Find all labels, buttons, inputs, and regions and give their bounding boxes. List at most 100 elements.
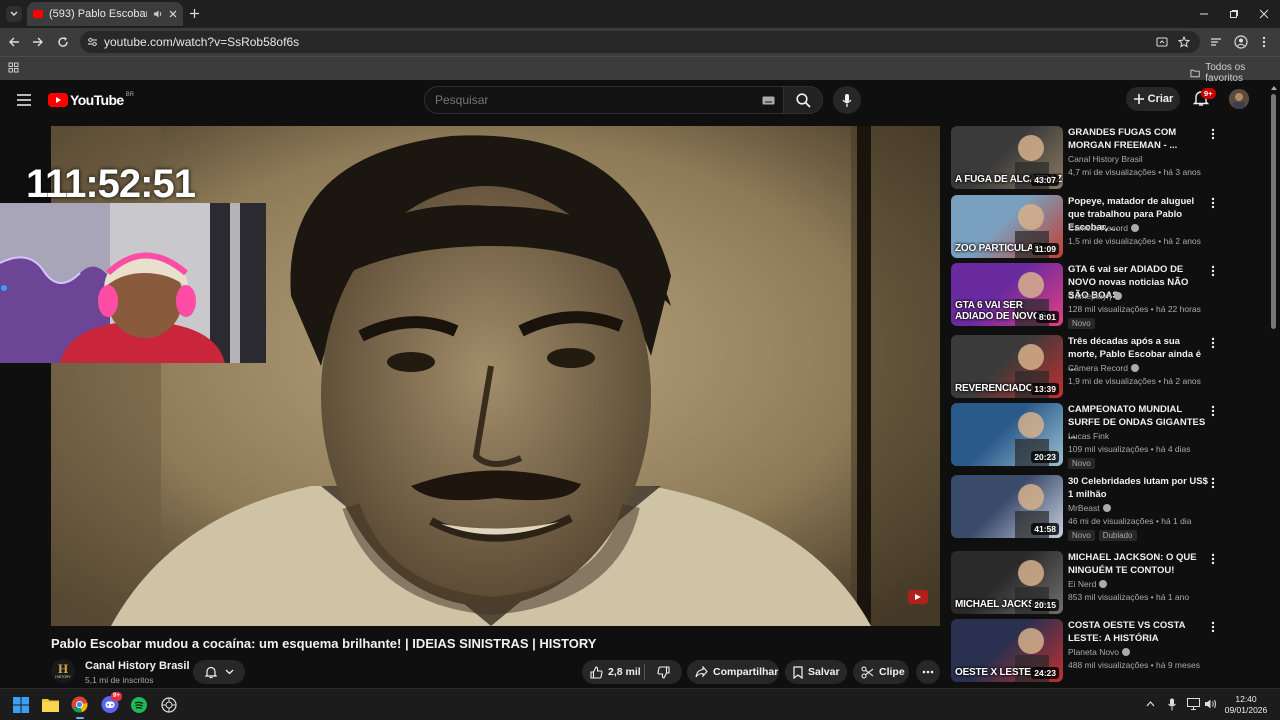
keyboard-icon[interactable] (762, 96, 775, 105)
video-duration: 24:23 (1031, 667, 1059, 679)
subscription-bell-button[interactable] (193, 660, 245, 684)
recommendation-channel[interactable]: MrBeast (1068, 503, 1111, 513)
recommendation-item[interactable]: OESTE X LESTE 24:23 COSTA OESTE VS COSTA L… (951, 619, 1221, 685)
youtube-logo[interactable]: YouTube BR (48, 92, 134, 108)
new-tab-icon[interactable] (189, 8, 200, 19)
recommendation-thumbnail[interactable]: REVERENCIADO 13:39 (951, 335, 1063, 398)
save-button[interactable]: Salvar (785, 660, 847, 684)
microphone-icon[interactable] (1168, 698, 1176, 711)
recommendation-thumbnail[interactable]: A FUGA DE ALCATRAZ 43:07 (951, 126, 1063, 189)
hamburger-menu-icon[interactable] (17, 94, 31, 106)
spotify-icon[interactable] (131, 697, 147, 713)
more-actions-button[interactable] (916, 660, 940, 684)
account-avatar[interactable] (1229, 89, 1249, 109)
recommendation-channel[interactable]: Câmera Record (1068, 363, 1139, 373)
discord-taskbar-button[interactable]: 9+ (101, 692, 122, 713)
recommendation-channel[interactable]: Gameplayrj (1068, 291, 1123, 301)
more-vertical-icon[interactable] (1209, 128, 1217, 140)
recommendation-item[interactable]: MICHAEL JACKSON 20:15 MICHAEL JACKSON: O Q… (951, 551, 1221, 617)
recommendation-item[interactable]: GTA 6 VAI SER ADIADO DE NOVO? 8:01 GTA 6 v… (951, 263, 1221, 329)
scroll-up-icon[interactable] (1270, 85, 1278, 91)
recommendation-item[interactable]: ZOO PARTICULAR 11:09 Popeye, matador de al… (951, 195, 1221, 261)
recommendation-item[interactable]: 41:58 30 Celebridades lutam por US$ 1 mil… (951, 475, 1221, 541)
network-icon[interactable] (1187, 698, 1200, 710)
profile-icon[interactable] (1234, 35, 1248, 49)
more-vertical-icon[interactable] (1209, 265, 1217, 277)
more-vertical-icon[interactable] (1209, 405, 1217, 417)
bookmark-star-icon[interactable] (1178, 36, 1190, 48)
recommendation-title[interactable]: COSTA OESTE VS COSTA LESTE: A HISTÓRIA (1068, 619, 1208, 645)
tab-close-icon[interactable] (169, 10, 177, 18)
recommendation-thumbnail[interactable]: OESTE X LESTE 24:23 (951, 619, 1063, 682)
verified-check-icon (1099, 580, 1108, 588)
like-button[interactable]: 2,8 mil (582, 665, 644, 679)
recommendation-thumbnail[interactable]: 41:58 (951, 475, 1063, 538)
recommendation-channel[interactable]: Ei Nerd (1068, 579, 1108, 589)
recommendation-thumbnail[interactable]: 20:23 (951, 403, 1063, 466)
taskbar-clock[interactable]: 12:40 09/01/2026 (1222, 694, 1270, 716)
reading-list-icon[interactable] (1210, 36, 1222, 48)
recommendation-title[interactable]: GRANDES FUGAS COM MORGAN FREEMAN - ... (1068, 126, 1208, 152)
channel-avatar[interactable]: H HISTORY (51, 659, 75, 683)
clip-button[interactable]: Clipe (853, 660, 909, 684)
volume-icon[interactable] (1204, 698, 1217, 710)
back-icon[interactable] (8, 36, 20, 48)
share-button[interactable]: Compartilhar (687, 660, 779, 684)
omnibox[interactable]: youtube.com/watch?v=SsRob58of6s (80, 31, 1200, 53)
more-vertical-icon[interactable] (1209, 553, 1217, 565)
cast-icon[interactable] (1156, 36, 1168, 48)
recommendation-channel[interactable]: Câmera Record (1068, 223, 1139, 233)
recommendation-item[interactable]: A FUGA DE ALCATRAZ 43:07 GRANDES FUGAS COM… (951, 126, 1221, 192)
more-vertical-icon[interactable] (1209, 477, 1217, 489)
recommendation-channel[interactable]: Canal History Brasil (1068, 154, 1143, 164)
search-box[interactable] (424, 86, 784, 114)
thumbs-up-icon (590, 665, 603, 679)
active-indicator (75, 717, 84, 719)
window-close-icon[interactable] (1259, 9, 1269, 19)
scissors-icon (861, 666, 874, 678)
app-icon[interactable] (161, 697, 177, 713)
tray-expand-icon[interactable] (1146, 701, 1155, 707)
apps-grid-icon[interactable] (8, 62, 19, 73)
tab-title: (593) Pablo Escobar mudou (49, 8, 147, 20)
youtube-header: YouTube BR Criar 9+ (0, 81, 1280, 119)
recommendation-channel[interactable]: Lucas Fink (1068, 431, 1109, 441)
tab-search-button[interactable] (6, 6, 22, 22)
search-input[interactable] (425, 87, 745, 113)
recommendation-channel[interactable]: Planeta Novo (1068, 647, 1131, 657)
notifications-button[interactable]: 9+ (1193, 88, 1216, 110)
recommendation-thumbnail[interactable]: MICHAEL JACKSON 20:15 (951, 551, 1063, 614)
recommendation-title[interactable]: MICHAEL JACKSON: O QUE NINGUÉM TE CONTOU… (1068, 551, 1208, 577)
scrollbar-thumb[interactable] (1271, 94, 1276, 329)
voice-search-button[interactable] (833, 86, 861, 114)
recommendation-badges: Novo Dublado (1068, 530, 1137, 541)
recommendation-thumbnail[interactable]: GTA 6 VAI SER ADIADO DE NOVO? 8:01 (951, 263, 1063, 326)
recommendation-item[interactable]: REVERENCIADO 13:39 Três décadas após a sua… (951, 335, 1221, 401)
search-button[interactable] (783, 86, 823, 114)
channel-name[interactable]: Canal History Brasil (85, 660, 190, 672)
recommendation-title[interactable]: 30 Celebridades lutam por US$ 1 milhão (1068, 475, 1208, 501)
browser-menu-icon[interactable] (1262, 36, 1266, 48)
microphone-icon (842, 93, 852, 107)
more-vertical-icon[interactable] (1209, 337, 1217, 349)
forward-icon[interactable] (32, 36, 44, 48)
file-explorer-icon[interactable] (42, 697, 59, 712)
more-vertical-icon[interactable] (1209, 197, 1217, 209)
restore-icon[interactable] (1229, 9, 1239, 19)
chrome-taskbar-button[interactable] (71, 696, 88, 719)
verified-check-icon (1131, 364, 1139, 372)
dislike-button[interactable] (645, 665, 681, 679)
discord-badge: 9+ (111, 692, 122, 701)
recommendation-item[interactable]: 20:23 CAMPEONATO MUNDIAL SURFE DE ONDAS G… (951, 403, 1221, 469)
browser-tab-active[interactable]: (593) Pablo Escobar mudou (27, 2, 183, 26)
reload-icon[interactable] (57, 36, 69, 48)
page-scrollbar[interactable] (1270, 85, 1278, 685)
site-info-icon[interactable] (87, 37, 98, 47)
minimize-icon[interactable] (1199, 9, 1209, 19)
create-button[interactable]: Criar (1126, 87, 1180, 111)
windows-start-icon[interactable] (13, 697, 29, 713)
more-vertical-icon[interactable] (1209, 621, 1217, 633)
video-duration: 11:09 (1031, 243, 1059, 255)
speaker-icon[interactable] (153, 9, 163, 19)
recommendation-thumbnail[interactable]: ZOO PARTICULAR 11:09 (951, 195, 1063, 258)
